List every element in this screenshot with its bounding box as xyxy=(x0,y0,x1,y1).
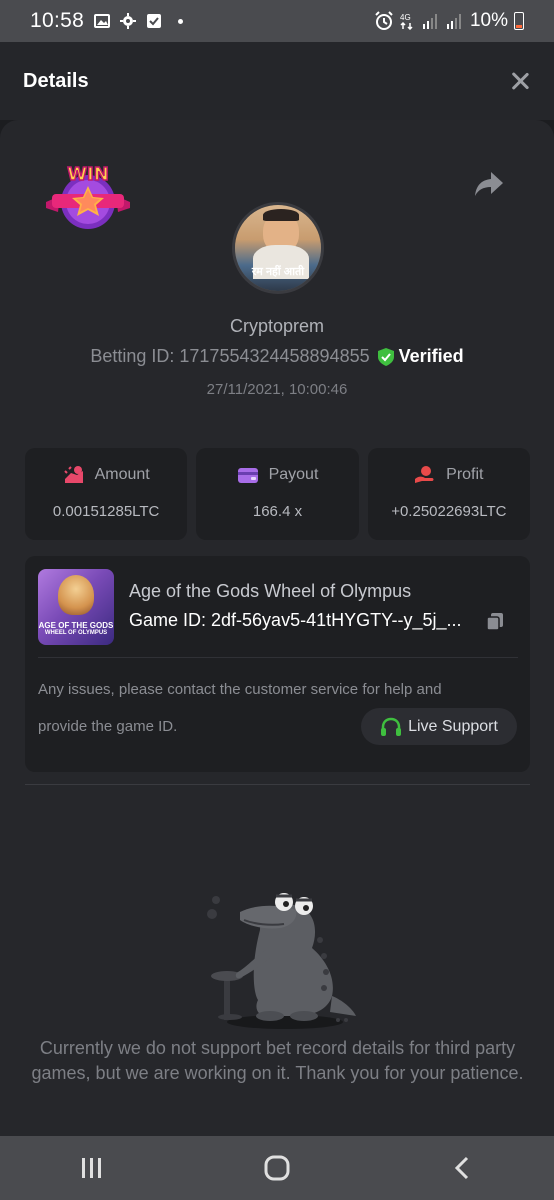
status-bar: 10:58 4G 10% xyxy=(0,0,554,42)
status-right: 4G 10% xyxy=(374,10,524,32)
details-header: Details xyxy=(0,42,554,120)
bet-timestamp: 27/11/2021, 10:00:46 xyxy=(206,381,348,398)
stat-head: Amount xyxy=(63,465,150,485)
4g-icon: 4G xyxy=(400,13,413,30)
game-card: AGE OF THE GODS WHEEL OF OLYMPUS Age of … xyxy=(25,556,530,772)
issues-text-line-2: provide the game ID. xyxy=(38,718,178,735)
stat-value: +0.25022693LTC xyxy=(391,503,507,520)
game-title: Age of the Gods Wheel of Olympus xyxy=(129,581,412,601)
details-panel: WIN रम नहीं आती Cryptoprem Betting ID: 1… xyxy=(0,120,554,1136)
win-badge-text: WIN xyxy=(67,164,109,185)
verified-label: Verified xyxy=(398,346,464,366)
back-button[interactable] xyxy=(432,1148,492,1188)
avatar: रम नहीं आती xyxy=(232,202,324,294)
profit-icon xyxy=(415,466,434,483)
thumb-title-line-1: AGE OF THE GODS xyxy=(38,620,114,630)
betting-id: Betting ID: 1717554324458894855 xyxy=(90,346,370,366)
shield-check-icon xyxy=(377,347,394,366)
username: Cryptoprem xyxy=(229,316,325,336)
stats-row: Amount 0.00151285LTC Payout 166.4 x Prof… xyxy=(25,448,530,540)
svg-text:4G: 4G xyxy=(400,13,411,22)
game-thumbnail[interactable]: AGE OF THE GODS WHEEL OF OLYMPUS xyxy=(38,569,114,645)
android-navbar xyxy=(0,1136,554,1200)
section-divider xyxy=(25,784,530,785)
close-icon[interactable] xyxy=(509,70,531,92)
battery-icon xyxy=(514,12,524,30)
thumb-title-line-2: WHEEL OF OLYMPUS xyxy=(44,630,108,637)
page-title: Details xyxy=(23,69,89,92)
betting-id-row: Betting ID: 1717554324458894855 Verified xyxy=(0,346,554,367)
stat-label: Payout xyxy=(268,466,319,483)
recent-apps-button[interactable] xyxy=(62,1148,122,1188)
stat-label: Amount xyxy=(94,466,150,483)
settings-icon xyxy=(120,13,137,29)
issues-text-line-1: Any issues, please contact the customer … xyxy=(38,681,442,698)
game-id: Game ID: 2df-56yav5-41tHYGTY--y_5j_... xyxy=(129,610,462,630)
signal-icon-1 xyxy=(422,14,437,29)
stat-card-profit: Profit +0.25022693LTC xyxy=(367,448,530,540)
avatar-caption: रम नहीं आती xyxy=(251,266,305,278)
payout-icon xyxy=(237,468,258,483)
battery-percent: 10% xyxy=(469,10,508,31)
copy-icon[interactable] xyxy=(485,611,505,631)
home-button[interactable] xyxy=(247,1148,307,1188)
image-icon xyxy=(94,14,111,28)
checkbox-icon xyxy=(147,14,162,28)
status-left: 10:58 xyxy=(30,9,184,33)
notification-dot xyxy=(178,18,184,24)
thumb-title: AGE OF THE GODS WHEEL OF OLYMPUS xyxy=(38,620,114,637)
live-support-label: Live Support xyxy=(408,717,498,735)
stat-card-amount: Amount 0.00151285LTC xyxy=(25,448,188,540)
recent-apps-icon xyxy=(82,1158,102,1178)
headset-icon xyxy=(381,717,402,736)
share-icon[interactable] xyxy=(474,170,504,198)
stat-label: Profit xyxy=(446,466,484,483)
divider xyxy=(38,657,518,658)
empty-state-message: Currently we do not support bet record d… xyxy=(31,1038,524,1083)
live-support-button[interactable]: Live Support xyxy=(361,708,517,745)
stat-value: 166.4 x xyxy=(252,503,303,520)
home-icon xyxy=(264,1155,290,1181)
stat-value: 0.00151285LTC xyxy=(52,503,160,520)
signal-icon-2 xyxy=(446,14,461,29)
stat-head: Profit xyxy=(414,465,483,485)
crocodile-illustration xyxy=(207,893,356,1029)
stat-head: Payout xyxy=(237,465,319,485)
win-badge-icon: WIN xyxy=(46,163,130,229)
alarm-icon xyxy=(375,11,393,30)
verified-badge: Verified xyxy=(377,346,464,367)
back-icon xyxy=(454,1156,468,1180)
thumb-figure xyxy=(58,575,94,615)
avatar-image: रम नहीं आती xyxy=(235,205,321,291)
stat-card-payout: Payout 166.4 x xyxy=(196,448,359,540)
amount-icon xyxy=(63,466,83,483)
status-time: 10:58 xyxy=(30,9,85,32)
